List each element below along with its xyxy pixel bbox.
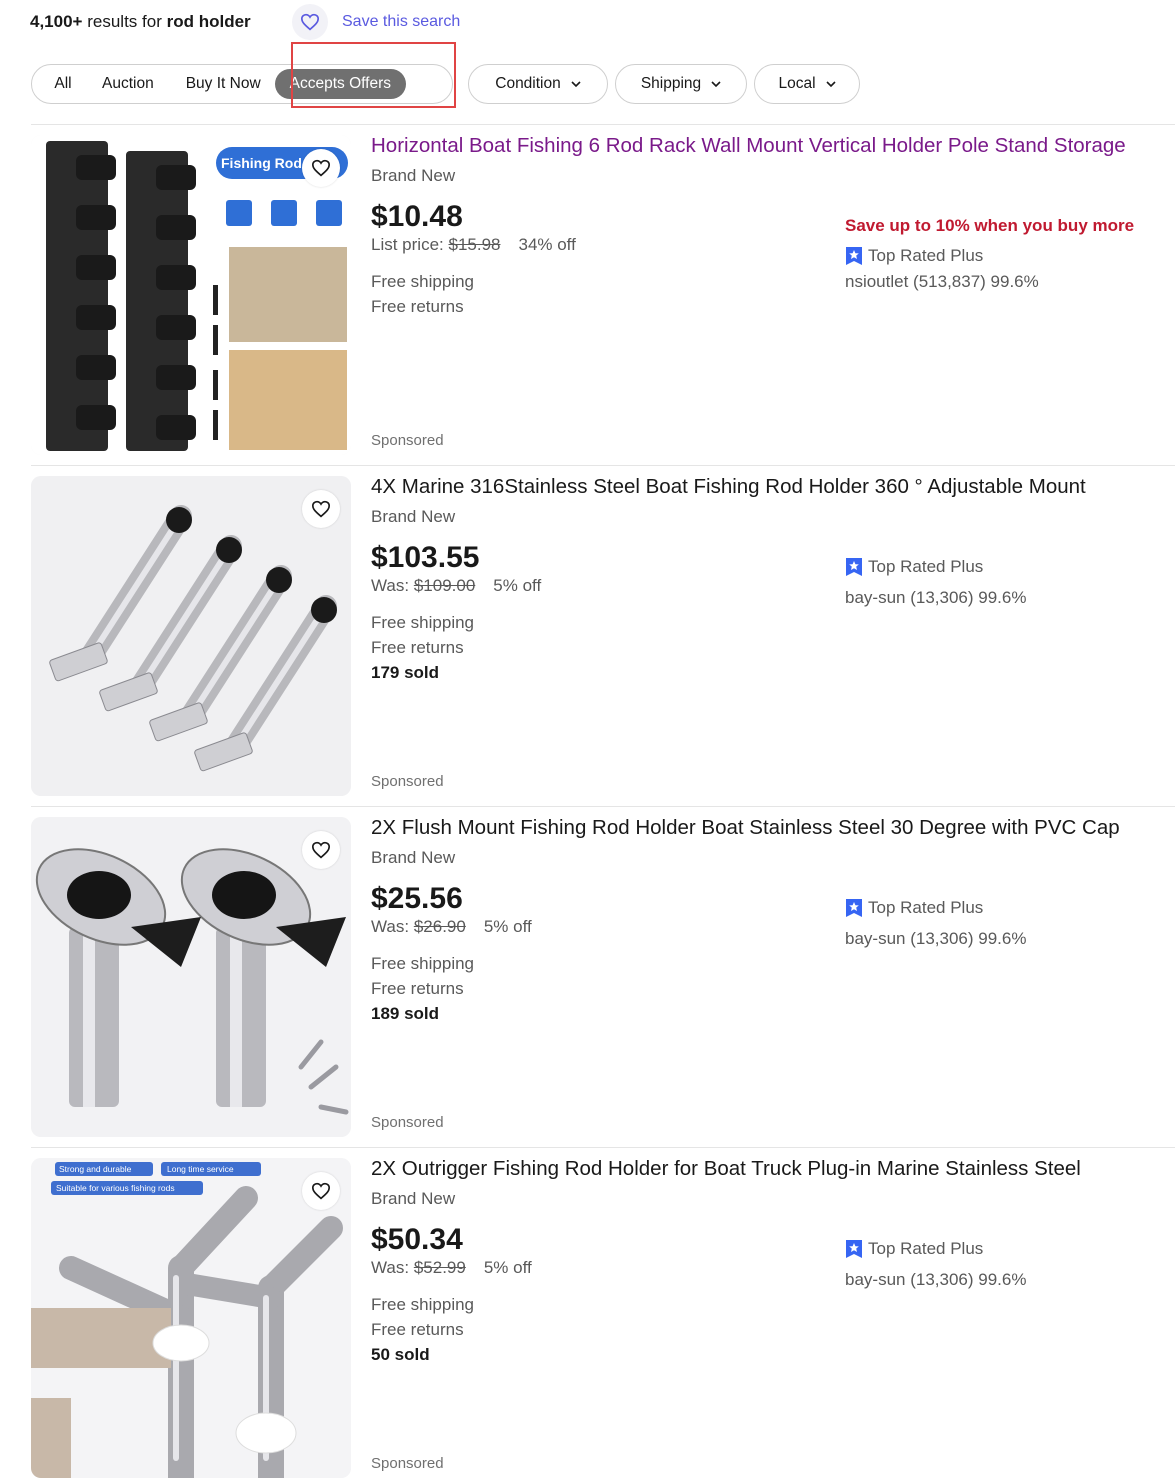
promo-text: Save up to 10% when you buy more xyxy=(845,216,1135,235)
condition-dropdown[interactable]: Condition xyxy=(468,64,608,104)
heart-icon xyxy=(292,4,328,40)
sold-count: 50 sold xyxy=(371,1345,430,1364)
image-tag: Suitable for various fishing rods xyxy=(56,1183,175,1193)
top-rated-badge: Top Rated Plus xyxy=(845,557,983,577)
listing-price: $10.48 xyxy=(371,200,463,233)
listing-condition: Brand New xyxy=(371,507,456,526)
watch-heart-button[interactable] xyxy=(302,149,340,187)
listing-title[interactable]: Horizontal Boat Fishing 6 Rod Rack Wall … xyxy=(371,134,1126,158)
product-image-outrigger: Strong and durable Long time service Sui… xyxy=(31,1158,351,1478)
chevron-down-icon xyxy=(711,81,721,88)
save-search-button[interactable]: Save this search xyxy=(292,4,460,40)
returns-info: Free returns xyxy=(371,979,464,998)
top-rated-label: Top Rated Plus xyxy=(868,898,984,917)
seller-info: bay-sun (13,306) 99.6% xyxy=(845,1270,1027,1289)
seller-info: bay-sun (13,306) 99.6% xyxy=(845,588,1027,607)
was-price-line: Was: $109.00 5% off xyxy=(371,576,542,595)
discount: 5% off xyxy=(493,576,542,595)
sold-count: 179 sold xyxy=(371,663,440,682)
watch-heart-button[interactable] xyxy=(302,831,340,869)
sponsored-label: Sponsored xyxy=(371,1114,444,1131)
top-rated-label: Top Rated Plus xyxy=(868,246,984,265)
returns-info: Free returns xyxy=(371,297,464,316)
was-price: $15.98 xyxy=(448,235,501,254)
listing-item: 4X Marine 316Stainless Steel Boat Fishin… xyxy=(0,465,1175,806)
save-search-label: Save this search xyxy=(342,13,461,30)
listing-condition: Brand New xyxy=(371,166,456,185)
product-image-rod-holders xyxy=(31,476,351,796)
top-rated-badge: Top Rated Plus xyxy=(845,1239,983,1259)
heart-icon xyxy=(311,1182,331,1200)
filter-auction[interactable]: Auction xyxy=(92,69,164,99)
listing-price: $50.34 xyxy=(371,1223,463,1256)
top-rated-label: Top Rated Plus xyxy=(868,1239,984,1258)
watch-heart-button[interactable] xyxy=(302,490,340,528)
shipping-info: Free shipping xyxy=(371,272,475,291)
buying-format-filter: All Auction Buy It Now Accepts Offers xyxy=(31,64,453,104)
top-rated-label: Top Rated Plus xyxy=(868,557,984,576)
discount: 5% off xyxy=(483,917,532,936)
local-dropdown-label: Local xyxy=(778,75,816,92)
shipping-info: Free shipping xyxy=(371,613,475,632)
product-image[interactable]: Fishing Rod xyxy=(31,135,351,455)
listing-title[interactable]: 4X Marine 316Stainless Steel Boat Fishin… xyxy=(371,475,1086,499)
listing-item: Strong and durable Long time service Sui… xyxy=(0,1147,1175,1480)
image-tag: Strong and durable xyxy=(59,1164,132,1174)
top-rated-badge: Top Rated Plus xyxy=(845,246,983,266)
listing-title[interactable]: 2X Outrigger Fishing Rod Holder for Boat… xyxy=(371,1157,1081,1181)
filter-buy-it-now[interactable]: Buy It Now xyxy=(176,69,271,99)
filter-all[interactable]: All xyxy=(42,69,84,99)
was-price: $109.00 xyxy=(413,576,476,595)
results-count: 4,100+ results for rod holder xyxy=(30,12,251,31)
filter-accepts-offers[interactable]: Accepts Offers xyxy=(274,69,407,99)
heart-icon xyxy=(311,159,331,177)
image-overlay-text: Fishing Rod xyxy=(221,155,302,171)
seller-info: nsioutlet (513,837) 99.6% xyxy=(845,272,1039,291)
condition-dropdown-label: Condition xyxy=(495,75,561,92)
sponsored-label: Sponsored xyxy=(371,1455,444,1472)
heart-icon xyxy=(311,500,331,518)
top-rated-badge: Top Rated Plus xyxy=(845,898,983,918)
top-rated-icon xyxy=(846,899,862,917)
listing-condition: Brand New xyxy=(371,1189,456,1208)
shipping-info: Free shipping xyxy=(371,1295,475,1314)
listing-item: 2X Flush Mount Fishing Rod Holder Boat S… xyxy=(0,806,1175,1147)
listing-price: $25.56 xyxy=(371,882,463,915)
chevron-down-icon xyxy=(571,81,581,88)
returns-info: Free returns xyxy=(371,638,464,657)
sponsored-label: Sponsored xyxy=(371,773,444,790)
sponsored-label: Sponsored xyxy=(371,432,444,449)
listing-price: $103.55 xyxy=(371,541,480,574)
chevron-down-icon xyxy=(825,81,836,88)
product-image[interactable] xyxy=(31,476,351,796)
watch-heart-button[interactable] xyxy=(302,1172,340,1210)
returns-info: Free returns xyxy=(371,1320,464,1339)
sold-count: 189 sold xyxy=(371,1004,440,1023)
shipping-dropdown-label: Shipping xyxy=(640,75,702,92)
product-image[interactable]: Strong and durable Long time service Sui… xyxy=(31,1158,351,1478)
listing-title[interactable]: 2X Flush Mount Fishing Rod Holder Boat S… xyxy=(371,816,1120,840)
heart-icon xyxy=(311,841,331,859)
discount: 5% off xyxy=(483,1258,532,1277)
was-price-line: Was: $52.99 5% off xyxy=(371,1258,532,1277)
was-price: $26.90 xyxy=(413,917,466,936)
results-header: 4,100+ results for rod holder xyxy=(30,6,251,38)
was-price-line: Was: $26.90 5% off xyxy=(371,917,532,936)
product-image-rack: Fishing Rod xyxy=(31,135,351,455)
local-dropdown[interactable]: Local xyxy=(754,64,860,104)
seller-info: bay-sun (13,306) 99.6% xyxy=(845,929,1027,948)
image-tag: Long time service xyxy=(167,1164,234,1174)
shipping-dropdown[interactable]: Shipping xyxy=(615,64,747,104)
top-rated-icon xyxy=(846,1240,862,1258)
listing-item: Fishing Rod Horizontal Boat Fishing 6 Ro… xyxy=(0,124,1175,465)
product-image-flush-mount xyxy=(31,817,351,1137)
listing-condition: Brand New xyxy=(371,848,456,867)
product-image[interactable] xyxy=(31,817,351,1137)
was-price: $52.99 xyxy=(413,1258,466,1277)
discount: 34% off xyxy=(518,235,576,254)
shipping-info: Free shipping xyxy=(371,954,475,973)
top-rated-icon xyxy=(846,558,862,576)
top-rated-icon xyxy=(846,247,862,265)
list-price-line: List price: $15.98 34% off xyxy=(371,235,576,254)
